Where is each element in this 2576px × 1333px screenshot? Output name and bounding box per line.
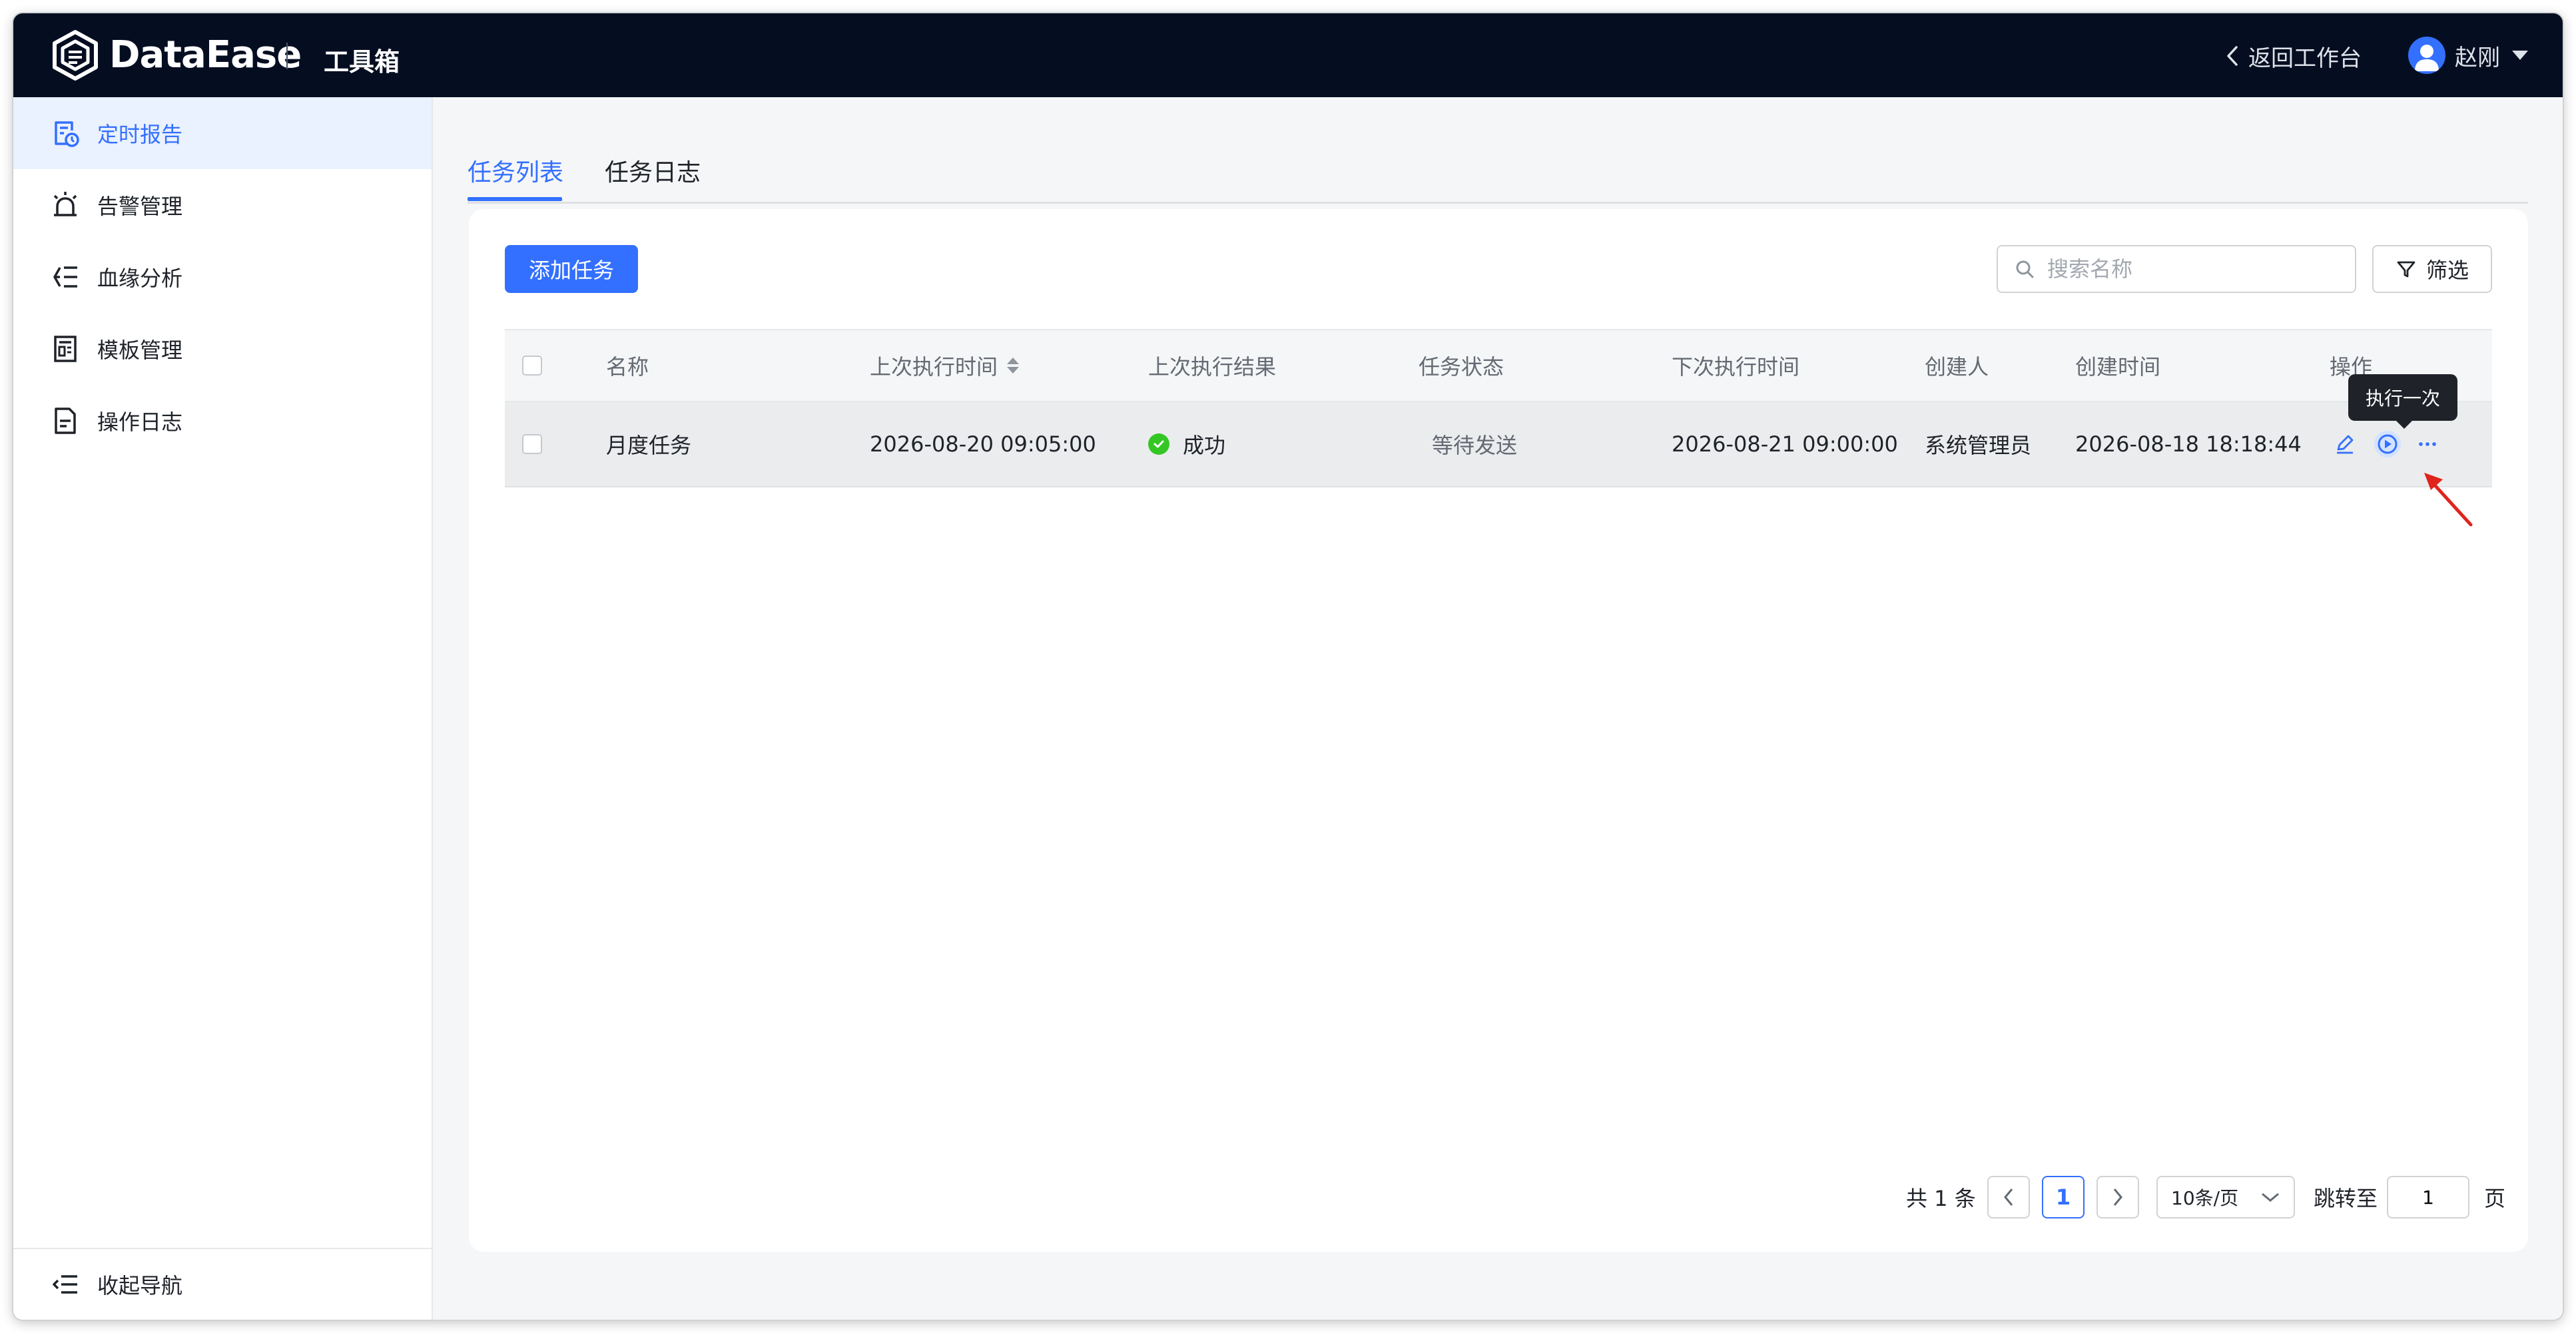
sidebar-item-label: 定时报告 bbox=[97, 122, 183, 147]
page-size-select[interactable]: 10条/页 bbox=[2156, 1176, 2295, 1218]
log-icon bbox=[55, 407, 76, 434]
column-header-status: 任务状态 bbox=[1419, 354, 1504, 380]
back-to-workbench-label: 返回工作台 bbox=[2248, 45, 2362, 72]
column-header-next-run: 下次执行时间 bbox=[1672, 354, 1800, 380]
page-number-button[interactable]: 1 bbox=[2042, 1176, 2085, 1218]
sidebar-item-label: 操作日志 bbox=[97, 409, 183, 435]
filter-button[interactable]: 筛选 bbox=[2372, 245, 2492, 293]
sidebar-item-operation-log[interactable]: 操作日志 bbox=[13, 385, 432, 457]
filter-label: 筛选 bbox=[2425, 258, 2469, 283]
prev-page-cell bbox=[1987, 1176, 2030, 1218]
column-header-last-run[interactable]: 上次执行时间 bbox=[870, 330, 1020, 401]
column-header-label: 上次执行时间 bbox=[870, 354, 998, 380]
scheduled-report-icon bbox=[55, 121, 79, 147]
filter-icon bbox=[2397, 261, 2415, 278]
chevron-right-icon bbox=[2113, 1189, 2122, 1206]
sidebar: 定时报告 告警管理 血缘分析 模板管理 操作日志 收起导航 bbox=[13, 97, 433, 1320]
edit-icon[interactable] bbox=[2334, 433, 2356, 455]
task-status: 等待发送 bbox=[1432, 433, 1518, 458]
lineage-icon bbox=[53, 266, 77, 288]
brand-divider bbox=[286, 43, 288, 69]
search-icon bbox=[2016, 260, 2034, 278]
sidebar-item-label: 告警管理 bbox=[97, 194, 183, 219]
template-icon bbox=[54, 336, 77, 362]
total-count: 共 1 条 bbox=[1906, 1186, 1976, 1211]
chevron-down-icon bbox=[2262, 1193, 2279, 1202]
run-once-icon[interactable] bbox=[2374, 430, 2402, 458]
jump-label: 跳转至 bbox=[2314, 1186, 2378, 1211]
table-row[interactable]: 月度任务 2026-08-20 09:05:00 成功 等待发送 2026-08… bbox=[505, 402, 2492, 487]
tab-task-list[interactable]: 任务列表 bbox=[468, 153, 563, 188]
back-to-workbench-link[interactable]: 返回工作台 bbox=[2226, 40, 2362, 72]
last-result-cell: 成功 bbox=[1148, 402, 1225, 486]
creator: 系统管理员 bbox=[1925, 433, 2032, 458]
collapse-nav-button[interactable]: 收起导航 bbox=[13, 1248, 432, 1320]
last-run-time: 2026-08-20 09:05:00 bbox=[870, 431, 1096, 457]
brand-name: DataEase bbox=[109, 33, 302, 77]
more-icon[interactable] bbox=[2416, 433, 2439, 455]
task-name: 月度任务 bbox=[606, 433, 692, 458]
top-bar: DataEase 工具箱 返回工作台 赵刚 bbox=[13, 13, 2563, 97]
chevron-left-icon bbox=[2004, 1189, 2013, 1206]
sidebar-item-lineage[interactable]: 血缘分析 bbox=[13, 241, 432, 313]
collapse-nav-label: 收起导航 bbox=[97, 1273, 183, 1298]
search-box bbox=[1997, 245, 2356, 293]
next-page-cell bbox=[2096, 1176, 2139, 1218]
next-run-time: 2026-08-21 09:00:00 bbox=[1672, 431, 1898, 457]
sidebar-item-alarm[interactable]: 告警管理 bbox=[13, 169, 432, 241]
user-menu[interactable]: 赵刚 bbox=[2408, 33, 2528, 77]
page-suffix: 页 bbox=[2484, 1186, 2506, 1211]
dataease-logo-icon bbox=[53, 30, 98, 81]
collapse-menu-icon bbox=[53, 1275, 77, 1294]
avatar bbox=[2408, 37, 2445, 74]
annotation-arrow-icon bbox=[2424, 473, 2473, 527]
success-check-icon bbox=[1148, 433, 1169, 455]
task-list-card: 添加任务 筛选 名称 上次执行时间 bbox=[469, 209, 2528, 1252]
sidebar-item-scheduled-report[interactable]: 定时报告 bbox=[13, 97, 432, 169]
jump-input-cell bbox=[2387, 1176, 2469, 1218]
sort-icon[interactable] bbox=[1007, 358, 1020, 374]
chevron-left-icon bbox=[2227, 46, 2238, 66]
run-once-tooltip: 执行一次 bbox=[2348, 374, 2457, 429]
sidebar-item-template[interactable]: 模板管理 bbox=[13, 313, 432, 385]
header-checkbox-cell bbox=[522, 330, 542, 401]
tab-task-log[interactable]: 任务日志 bbox=[605, 153, 701, 188]
table-header: 名称 上次执行时间 上次执行结果 任务状态 下次执行时间 创建人 创建时间 操作 bbox=[505, 329, 2492, 402]
created-at: 2026-08-18 18:18:44 bbox=[2075, 431, 2302, 457]
page-number-cell: 1 bbox=[2042, 1176, 2085, 1218]
select-all-checkbox[interactable] bbox=[522, 356, 542, 376]
column-header-creator: 创建人 bbox=[1925, 354, 1989, 380]
app-window: DataEase 工具箱 返回工作台 赵刚 定时报告 告警管理 血缘分析 模板管… bbox=[13, 13, 2563, 1320]
alarm-icon bbox=[53, 192, 77, 216]
row-checkbox-cell bbox=[522, 402, 542, 486]
sidebar-item-label: 模板管理 bbox=[97, 338, 183, 363]
column-header-created-at: 创建时间 bbox=[2075, 354, 2161, 380]
pagination: 共 1 条 1 10条/页 跳转至 1 页 bbox=[469, 1176, 2505, 1218]
caret-down-icon bbox=[2512, 51, 2528, 60]
page-size-cell: 10条/页 bbox=[2156, 1176, 2295, 1218]
page-size-value: 10条/页 bbox=[2171, 1187, 2239, 1209]
user-name: 赵刚 bbox=[2455, 44, 2500, 71]
search-input[interactable] bbox=[2047, 256, 2354, 282]
tab-bar: 任务列表 任务日志 bbox=[468, 97, 2528, 204]
active-tab-indicator bbox=[468, 197, 562, 201]
app-name: 工具箱 bbox=[324, 47, 400, 77]
add-task-button[interactable]: 添加任务 bbox=[505, 245, 638, 293]
jump-page-input[interactable] bbox=[2387, 1176, 2469, 1218]
prev-page-button[interactable] bbox=[1987, 1176, 2030, 1218]
last-result-label: 成功 bbox=[1183, 433, 1226, 458]
next-page-button[interactable] bbox=[2096, 1176, 2139, 1218]
user-icon bbox=[2415, 45, 2439, 71]
task-table: 名称 上次执行时间 上次执行结果 任务状态 下次执行时间 创建人 创建时间 操作… bbox=[505, 329, 2492, 487]
row-checkbox[interactable] bbox=[522, 434, 542, 454]
sidebar-item-label: 血缘分析 bbox=[97, 266, 183, 291]
column-header-name: 名称 bbox=[606, 354, 649, 380]
column-header-last-result: 上次执行结果 bbox=[1148, 354, 1277, 380]
